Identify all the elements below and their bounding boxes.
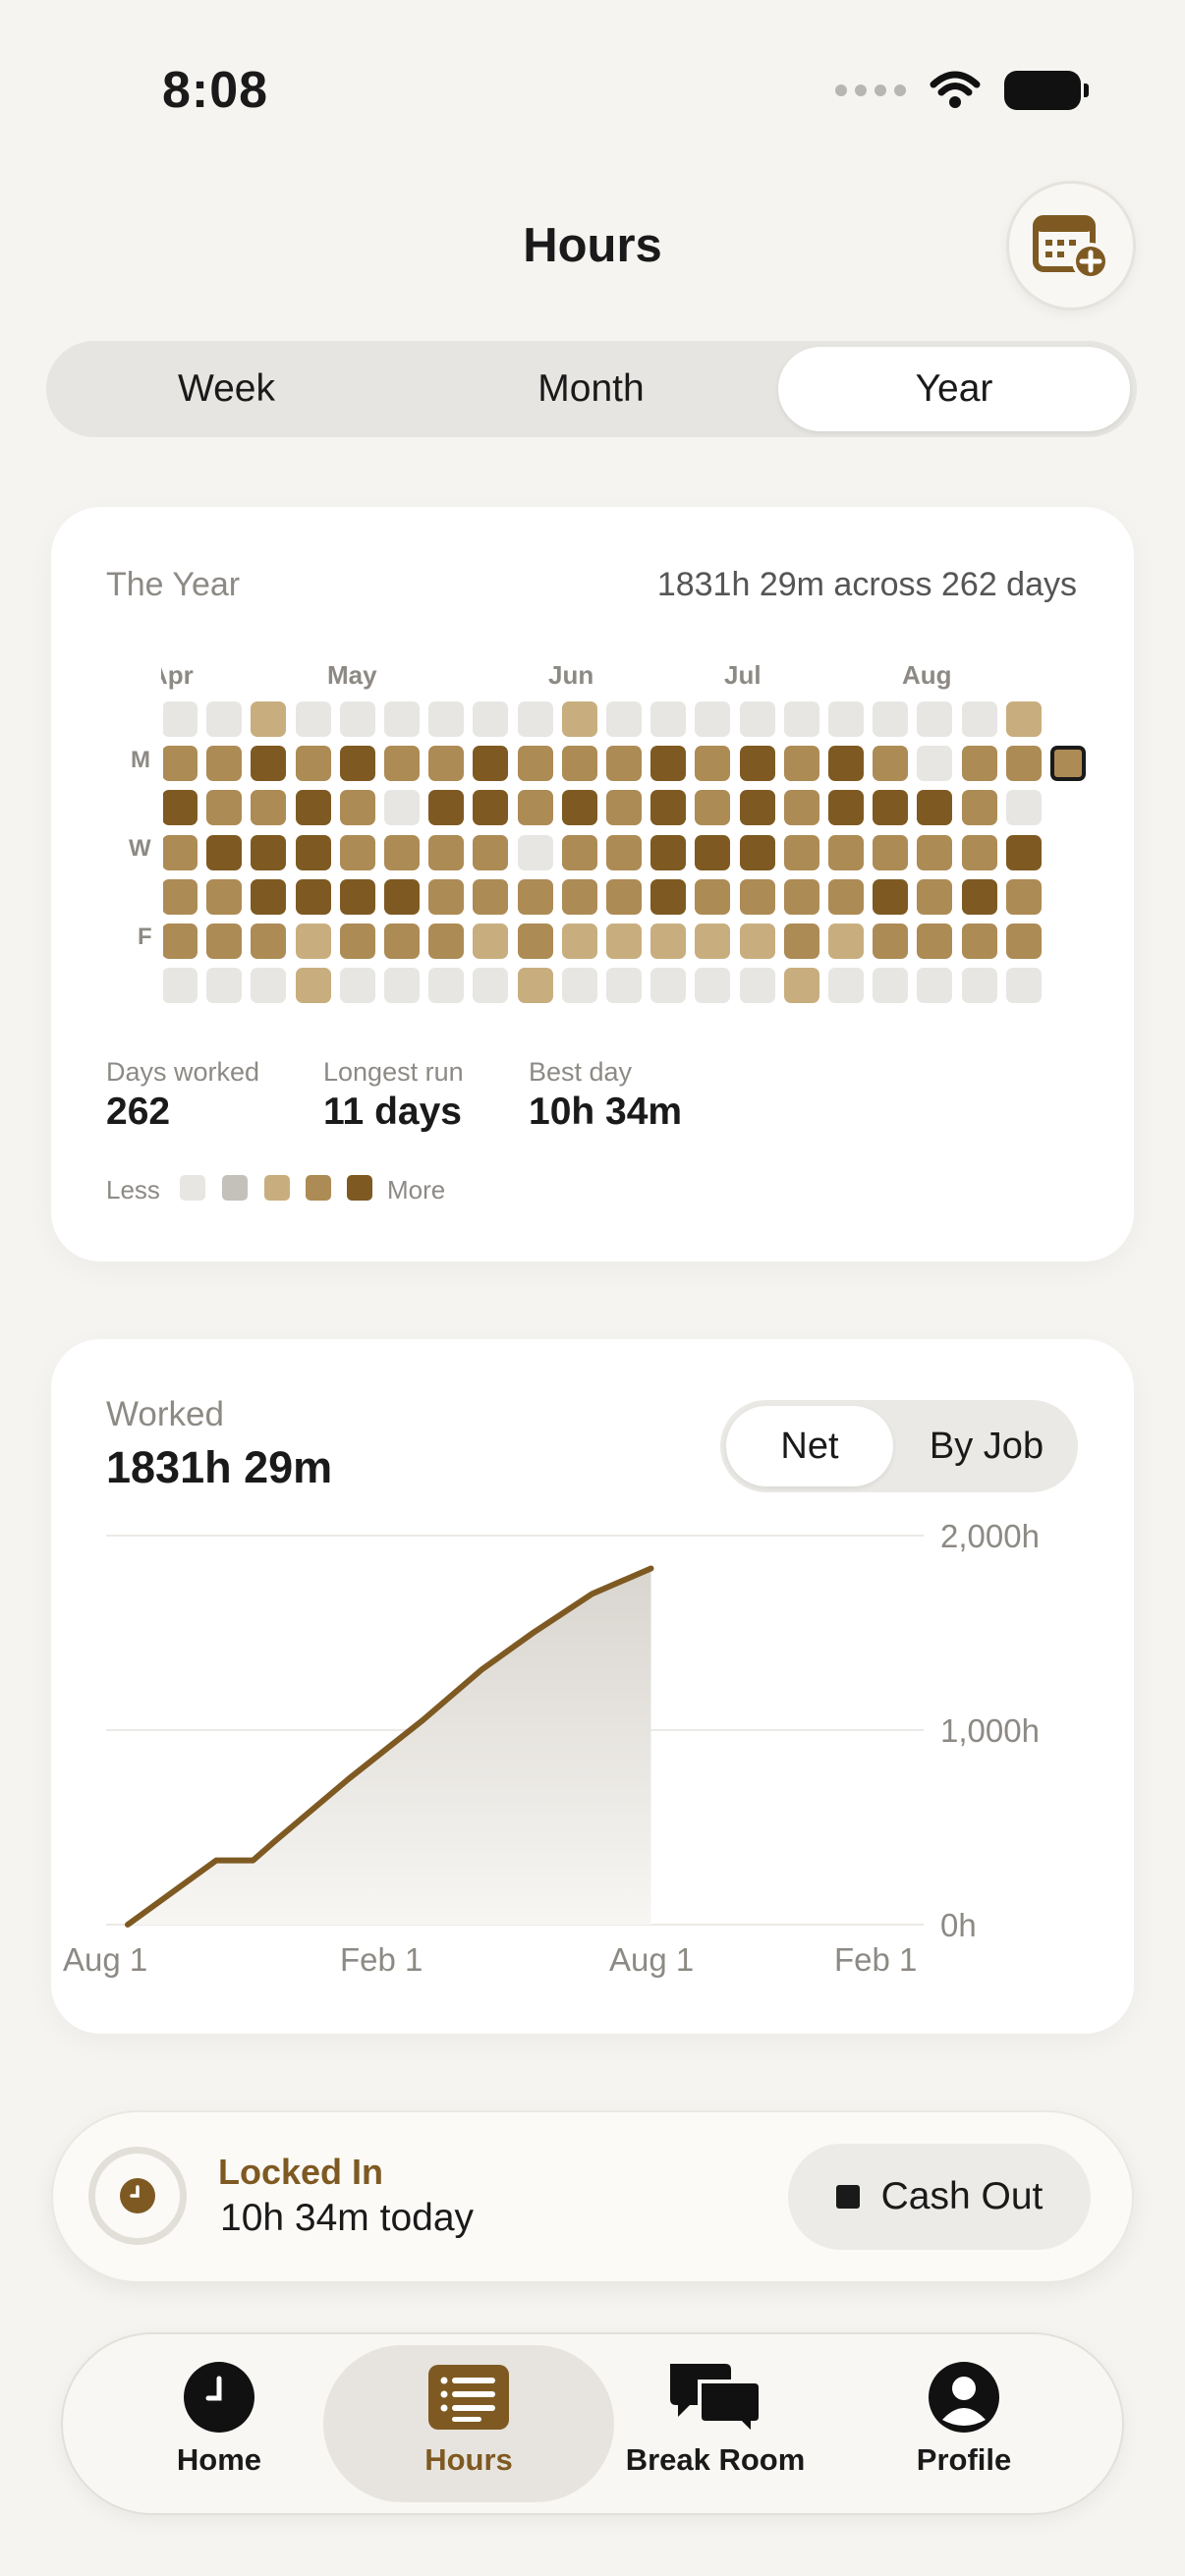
stop-icon — [835, 2185, 860, 2209]
tab-profile[interactable]: Profile — [856, 2358, 1072, 2478]
list-document-icon — [428, 2365, 509, 2430]
clock-icon — [120, 2178, 155, 2213]
y-tick-2000: 2,000h — [940, 1518, 1040, 1554]
clock-progress-ring — [88, 2147, 187, 2245]
y-tick-0: 0h — [940, 1907, 977, 1943]
x-tick-feb1-b: Feb 1 — [834, 1941, 918, 1978]
x-tick-aug1-b: Aug 1 — [609, 1941, 695, 1978]
cash-out-button[interactable]: Cash Out — [788, 2144, 1091, 2250]
y-tick-1000: 1,000h — [940, 1712, 1040, 1749]
locked-in-duration: 10h 34m today — [220, 2197, 475, 2239]
tab-home-label: Home — [176, 2442, 262, 2477]
x-tick-aug1-a: Aug 1 — [63, 1941, 148, 1978]
data-point — [480, 1668, 482, 1671]
data-point — [215, 1859, 217, 1862]
tab-profile-label: Profile — [916, 2442, 1012, 2477]
data-point — [591, 1593, 593, 1596]
clock-icon — [184, 2362, 254, 2433]
data-point — [649, 1567, 652, 1570]
data-point — [274, 1839, 276, 1842]
chat-bubbles-icon — [670, 2364, 762, 2436]
cash-out-label: Cash Out — [880, 2175, 1044, 2217]
tab-break-room[interactable]: Break Room — [607, 2358, 823, 2478]
x-tick-feb1-a: Feb 1 — [340, 1941, 423, 1978]
tab-hours-label: Hours — [424, 2442, 513, 2477]
tab-hours[interactable]: Hours — [361, 2358, 577, 2478]
profile-icon — [929, 2362, 999, 2433]
data-point — [252, 1859, 254, 1862]
data-point — [348, 1777, 350, 1780]
locked-in-title: Locked In — [218, 2152, 384, 2192]
tab-break-room-label: Break Room — [625, 2442, 806, 2477]
worked-area-chart — [106, 1535, 924, 1928]
data-point — [532, 1632, 535, 1634]
data-point — [127, 1924, 129, 1926]
tab-home[interactable]: Home — [111, 2358, 327, 2478]
data-point — [422, 1719, 423, 1722]
